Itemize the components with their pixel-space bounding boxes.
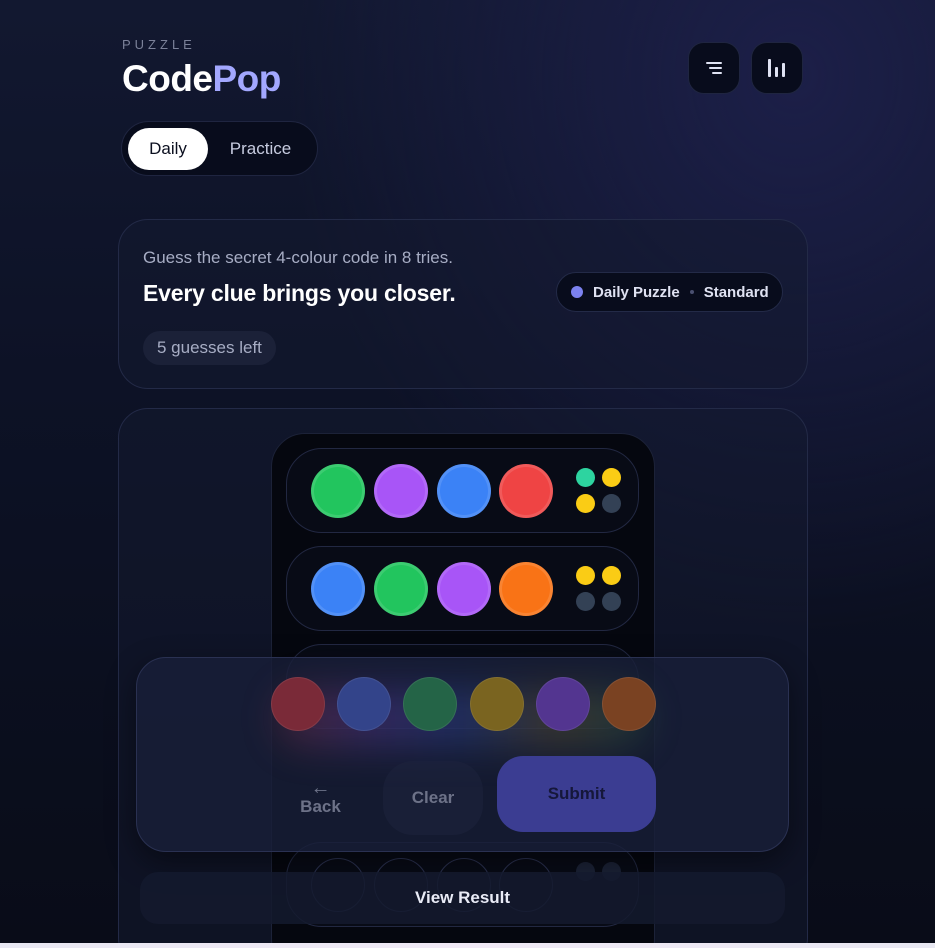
swatch-yellow[interactable] [470,677,524,731]
menu-lines-icon [706,62,722,74]
feedback-pegs [576,468,624,516]
back-label: Back [300,797,341,816]
puzzle-mode-badge: Daily Puzzle Standard [556,272,783,312]
swatch-blue[interactable] [337,677,391,731]
view-result-button[interactable]: View Result [140,872,785,924]
feedback-dot [602,566,621,585]
peg [437,464,491,518]
peg [437,562,491,616]
game-description: Guess the secret 4-colour code in 8 trie… [143,248,453,267]
feedback-dot [576,468,595,487]
feedback-pegs [576,566,624,614]
color-palette-panel: ← Back Clear Submit [136,657,789,852]
bottom-edge [0,943,935,948]
separator-dot [689,290,694,294]
peg [499,464,553,518]
submit-button[interactable]: Submit [497,756,656,832]
feedback-dot [576,566,595,585]
swatch-purple[interactable] [536,677,590,731]
clear-button[interactable]: Clear [383,761,483,835]
feedback-dot [602,592,621,611]
guess-row-2 [286,546,639,631]
game-headline: Every clue brings you closer. [143,280,456,306]
peg [499,562,553,616]
swatch-red[interactable] [271,677,325,731]
tab-practice[interactable]: Practice [212,128,309,170]
title-code: Code [122,58,213,99]
feedback-dot [602,468,621,487]
mode-dot-icon [571,286,583,298]
bar-chart-icon [768,59,785,77]
tab-daily[interactable]: Daily [128,128,208,170]
peg [374,464,428,518]
feedback-dot [576,592,595,611]
palette-glow [277,688,647,748]
puzzle-type: Daily Puzzle [593,283,680,301]
menu-button[interactable] [688,42,740,94]
guesses-left-badge: 5 guesses left [143,331,276,365]
back-arrow-icon: ← [310,777,331,799]
peg [374,562,428,616]
peg [311,464,365,518]
app-eyebrow: PUZZLE [122,37,196,52]
app-title: CodePop [122,58,281,100]
intro-card: Guess the secret 4-colour code in 8 trie… [118,219,808,389]
title-pop: Pop [212,58,282,99]
back-button[interactable]: ← Back [273,761,368,835]
difficulty: Standard [703,283,769,301]
feedback-dot [576,494,595,513]
feedback-dot [602,494,621,513]
peg [311,562,365,616]
swatch-green[interactable] [403,677,457,731]
swatch-orange[interactable] [602,677,656,731]
stats-button[interactable] [751,42,803,94]
mode-toggle: Daily Practice [121,121,318,176]
guess-row-1 [286,448,639,533]
